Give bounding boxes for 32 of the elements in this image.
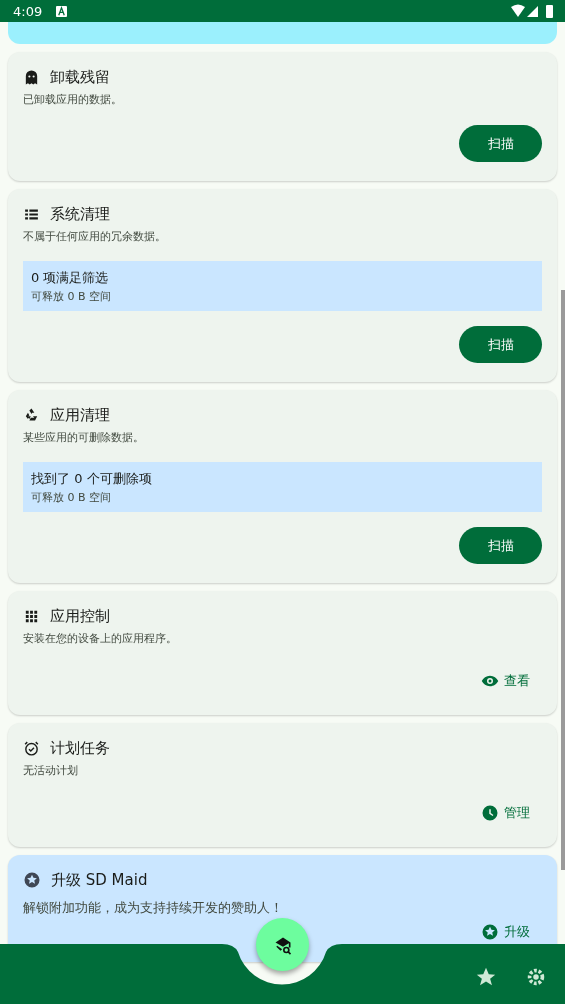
notification-icon (56, 5, 68, 17)
clock-icon (481, 804, 499, 822)
card-subtitle: 某些应用的可删除数据。 (23, 430, 145, 445)
text-button[interactable]: 管理 (469, 798, 542, 828)
card-title: 升级 SD Maid (51, 870, 148, 890)
settings-icon[interactable] (525, 966, 547, 988)
card-subtitle: 无活动计划 (23, 763, 79, 778)
card-title: 计划任务 (50, 738, 110, 758)
alarm-clock-icon (23, 739, 40, 757)
star-icon (481, 923, 499, 941)
result-headline: 找到了 0 个可删除项 (31, 470, 153, 488)
star-icon (23, 871, 41, 889)
card-title: 应用控制 (50, 606, 110, 626)
scan-button[interactable]: 扫描 (459, 125, 542, 162)
text-button[interactable]: 查看 (469, 666, 542, 696)
scan-button[interactable]: 扫描 (459, 326, 542, 363)
star-icon[interactable] (475, 966, 497, 988)
result-headline: 0 项满足筛选 (31, 269, 110, 287)
card-title: 应用清理 (50, 405, 110, 425)
text-button[interactable]: 升级 (469, 921, 542, 943)
card-subtitle: 解锁附加功能，成为支持持续开发的赞助人！ (23, 899, 284, 917)
result-detail: 可释放 0 B 空间 (31, 490, 113, 505)
card-subtitle: 已卸载应用的数据。 (23, 92, 123, 107)
card-subtitle: 安装在您的设备上的应用程序。 (23, 631, 178, 646)
card-subtitle: 不属于任何应用的冗余数据。 (23, 229, 167, 244)
ghost-icon (23, 68, 40, 86)
status-icons (511, 4, 555, 18)
card-title: 系统清理 (50, 204, 110, 224)
scan-button[interactable]: 扫描 (459, 527, 542, 564)
result-detail: 可释放 0 B 空间 (31, 289, 113, 304)
status-time: 4:09 (13, 3, 43, 19)
card-title: 卸载残留 (50, 67, 110, 87)
